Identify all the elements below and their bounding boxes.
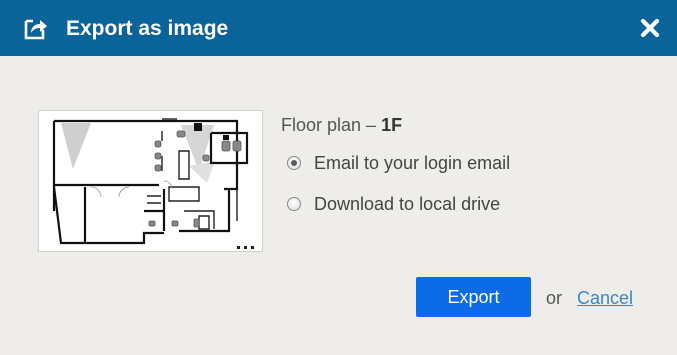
plan-label: Floor plan – — [281, 115, 382, 135]
cancel-link[interactable]: Cancel — [577, 287, 633, 309]
radio-email[interactable] — [287, 156, 301, 170]
radio-download[interactable] — [287, 197, 301, 211]
plan-title: Floor plan – 1F — [281, 114, 402, 136]
or-text: or — [546, 288, 563, 308]
floor-name: 1F — [381, 115, 403, 135]
option-email-label: Email to your login email — [314, 153, 511, 173]
dialog-titlebar: Export as image — [0, 0, 677, 56]
export-icon — [22, 15, 48, 41]
option-download-label: Download to local drive — [314, 194, 501, 214]
option-email[interactable]: Email to your login email — [287, 151, 510, 175]
option-download[interactable]: Download to local drive — [287, 192, 500, 216]
export-button[interactable]: Export — [416, 277, 531, 317]
floor-plan-thumbnail — [38, 110, 263, 252]
export-dialog: Export as image Floor plan – 1F Email to… — [0, 0, 677, 355]
close-icon[interactable] — [638, 16, 662, 40]
dialog-title: Export as image — [66, 17, 229, 40]
